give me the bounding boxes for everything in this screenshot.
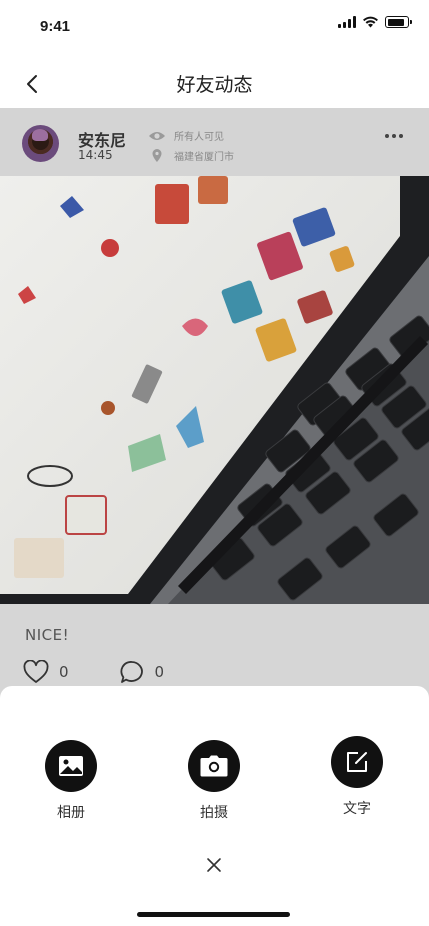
close-icon xyxy=(207,858,221,872)
post-time: 14:45 xyxy=(78,148,113,162)
sheet-option-camera[interactable]: 拍摄 xyxy=(174,740,254,822)
sheet-label-camera: 拍摄 xyxy=(200,805,228,821)
more-options-button[interactable] xyxy=(385,134,403,138)
cellular-signal-icon xyxy=(338,16,356,28)
album-circle xyxy=(45,740,97,792)
comment-count: 0 xyxy=(154,663,165,681)
status-time: 9:41 xyxy=(40,18,71,35)
comment-icon xyxy=(120,661,143,683)
battery-icon xyxy=(385,16,412,28)
like-button[interactable]: 0 xyxy=(23,660,69,684)
avatar[interactable] xyxy=(22,125,59,162)
page-title: 好友动态 xyxy=(176,74,253,96)
camera-icon xyxy=(200,755,228,777)
more-dot xyxy=(399,134,403,138)
like-count: 0 xyxy=(59,663,69,681)
location-pin-icon xyxy=(152,148,162,162)
friend-feed: 安东尼 14:45 所有人可见 福建省厦门市 NICE! 0 0 xyxy=(0,108,429,708)
sheet-option-album[interactable]: 相册 xyxy=(31,740,111,822)
text-circle xyxy=(331,736,383,788)
sheet-label-album: 相册 xyxy=(57,805,85,821)
post-actions: 0 0 xyxy=(23,660,214,684)
status-icons xyxy=(338,16,412,28)
status-bar: 9:41 xyxy=(0,0,429,56)
home-indicator[interactable] xyxy=(137,912,290,917)
wifi-icon xyxy=(363,16,378,28)
camera-circle xyxy=(188,740,240,792)
navigation-bar: 好友动态 xyxy=(0,56,429,108)
more-dot xyxy=(392,134,396,138)
edit-icon xyxy=(347,752,367,772)
visibility-row: 所有人可见 xyxy=(148,128,224,143)
heart-icon xyxy=(23,660,49,683)
post-header: 安东尼 14:45 所有人可见 福建省厦门市 xyxy=(0,108,429,176)
comment-button[interactable]: 0 xyxy=(119,660,165,684)
eye-icon xyxy=(149,131,165,140)
post-photo-graphic xyxy=(0,176,429,604)
publish-action-sheet: 相册 拍摄 文字 xyxy=(0,686,429,892)
close-button[interactable] xyxy=(199,850,229,880)
more-dot xyxy=(385,134,389,138)
bottom-safe-area xyxy=(0,892,429,926)
sheet-label-text: 文字 xyxy=(343,801,371,817)
location-row: 福建省厦门市 xyxy=(148,148,234,163)
visibility-text: 所有人可见 xyxy=(174,132,224,143)
image-icon xyxy=(59,756,83,776)
post-caption: NICE! xyxy=(25,626,70,644)
sheet-option-text[interactable]: 文字 xyxy=(317,736,397,818)
battery-level xyxy=(387,18,404,26)
location-text: 福建省厦门市 xyxy=(174,152,234,163)
post-photo[interactable] xyxy=(0,176,429,604)
